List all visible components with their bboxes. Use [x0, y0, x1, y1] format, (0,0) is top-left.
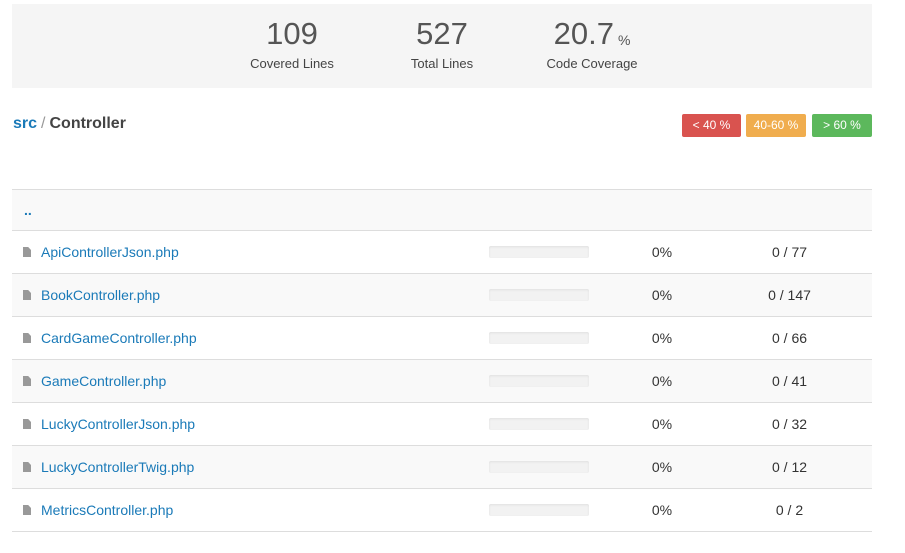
coverage-bar	[489, 289, 589, 301]
code-coverage-unit: %	[617, 32, 631, 48]
file-link[interactable]: BookController.php	[41, 287, 160, 303]
table-row: LuckyControllerTwig.php 0% 0 / 12	[12, 445, 872, 488]
file-icon	[23, 505, 31, 515]
file-link[interactable]: ApiControllerJson.php	[41, 244, 179, 260]
covered-lines-ratio: 0 / 12	[771, 459, 808, 475]
coverage-bar	[489, 461, 589, 473]
coverage-bar	[489, 375, 589, 387]
file-icon	[23, 247, 31, 257]
table-row: GameController.php 0% 0 / 41	[12, 359, 872, 402]
breadcrumb-separator: /	[41, 115, 46, 132]
covered-lines-stat: 109 Covered Lines	[240, 16, 344, 71]
code-coverage-value: 20.7%	[532, 16, 652, 52]
covered-lines-ratio: 0 / 77	[771, 244, 808, 260]
total-lines-label: Total Lines	[410, 56, 474, 71]
coverage-percent: 0%	[651, 244, 673, 260]
parent-directory-link[interactable]: ..	[24, 202, 32, 218]
coverage-percent: 0%	[651, 416, 673, 432]
breadcrumb: src / Controller	[13, 115, 126, 133]
table-row: LuckyControllerJson.php 0% 0 / 32	[12, 402, 872, 445]
table-row: BookController.php 0% 0 / 147	[12, 273, 872, 316]
coverage-bar	[489, 418, 589, 430]
coverage-percent: 0%	[651, 459, 673, 475]
total-lines-stat: 527 Total Lines	[390, 16, 494, 71]
code-coverage-number: 20.7	[553, 16, 614, 51]
legend-low: < 40 %	[682, 114, 741, 137]
file-link[interactable]: CardGameController.php	[41, 330, 197, 346]
file-link[interactable]: GameController.php	[41, 373, 166, 389]
coverage-percent: 0%	[651, 373, 673, 389]
covered-lines-ratio: 0 / 32	[771, 416, 808, 432]
covered-lines-ratio: 0 / 41	[771, 373, 808, 389]
file-icon	[23, 376, 31, 386]
parent-directory-row: ..	[12, 189, 872, 230]
covered-lines-label: Covered Lines	[250, 56, 334, 71]
coverage-percent: 0%	[651, 287, 673, 303]
file-link[interactable]: MetricsController.php	[41, 502, 173, 518]
coverage-summary: 109 Covered Lines 527 Total Lines 20.7% …	[12, 4, 872, 88]
table-row: CardGameController.php 0% 0 / 66	[12, 316, 872, 359]
code-coverage-label: Code Coverage	[546, 56, 638, 71]
file-link[interactable]: LuckyControllerTwig.php	[41, 459, 194, 475]
coverage-percent: 0%	[651, 330, 673, 346]
coverage-bar	[489, 332, 589, 344]
file-icon	[23, 333, 31, 343]
total-lines-value: 527	[416, 16, 468, 51]
covered-lines-value: 109	[266, 16, 318, 51]
legend-medium: 40-60 %	[746, 114, 806, 137]
table-row: MetricsController.php 0% 0 / 2	[12, 488, 872, 532]
file-icon	[23, 419, 31, 429]
coverage-bar	[489, 246, 589, 258]
breadcrumb-src-link[interactable]: src	[13, 115, 37, 132]
coverage-percent: 0%	[651, 502, 673, 518]
covered-lines-ratio: 0 / 2	[775, 502, 804, 518]
file-icon	[23, 462, 31, 472]
coverage-bar	[489, 504, 589, 516]
breadcrumb-current: Controller	[49, 115, 126, 132]
covered-lines-ratio: 0 / 147	[768, 287, 811, 303]
file-icon	[23, 290, 31, 300]
code-coverage-stat: 20.7% Code Coverage	[532, 16, 652, 71]
covered-lines-ratio: 0 / 66	[771, 330, 808, 346]
file-link[interactable]: LuckyControllerJson.php	[41, 416, 195, 432]
legend-high: > 60 %	[812, 114, 872, 137]
table-row: ApiControllerJson.php 0% 0 / 77	[12, 230, 872, 273]
file-table: .. ApiControllerJson.php 0% 0 / 77 BookC…	[12, 189, 872, 532]
